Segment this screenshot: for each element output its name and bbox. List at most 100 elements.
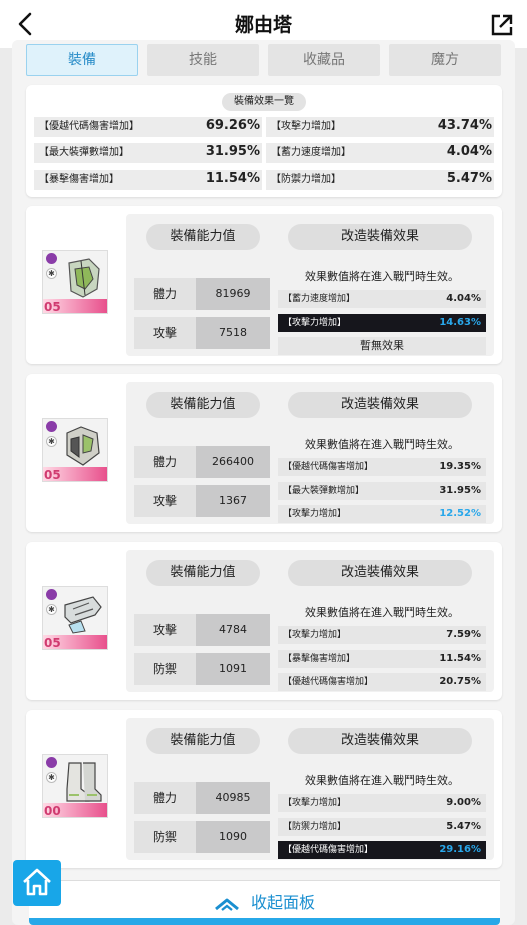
corporation-icon: ✱	[46, 604, 57, 615]
equipment-details: 裝備能力值 改造裝備效果 體力 40985 防禦 1090 效果數值將在進入戰鬥…	[126, 718, 494, 860]
equipment-card-leg[interactable]: ✱ 00 裝備能力值 改造裝備效果 體力 40985 防禦 1090 效果數值將…	[26, 710, 502, 868]
summary-row: 【最大裝彈數增加】 31.95%	[34, 143, 262, 163]
effect-label: 【暴擊傷害增加】	[283, 654, 356, 664]
equipment-level: 05	[44, 468, 61, 482]
stat-row: 體力 81969	[134, 278, 270, 310]
summary-value: 43.74%	[437, 118, 492, 133]
effect-label: 【優越代碼傷害增加】	[283, 845, 374, 855]
corporation-icon: ✱	[46, 436, 57, 447]
effect-value: 5.47%	[446, 821, 481, 832]
stat-label: 體力	[134, 278, 196, 310]
summary-value: 11.54%	[205, 171, 260, 186]
stat-row: 防禦 1090	[134, 821, 270, 853]
home-button[interactable]	[13, 860, 61, 906]
stat-label: 攻擊	[134, 485, 196, 517]
summary-row: 【攻擊力增加】 43.74%	[266, 117, 494, 137]
ability-values-button[interactable]: 裝備能力值	[146, 224, 260, 250]
external-link-icon[interactable]	[489, 12, 515, 38]
summary-value: 31.95%	[205, 144, 260, 159]
summary-value: 69.26%	[205, 118, 260, 133]
effect-row-highlighted: 【優越代碼傷害增加】 29.16%	[278, 841, 486, 859]
equipment-details: 裝備能力值 改造裝備效果 體力 266400 攻擊 1367 效果數值將在進入戰…	[126, 382, 494, 524]
rarity-gem-icon	[46, 589, 57, 600]
tab-cube[interactable]: 魔方	[389, 44, 501, 76]
stat-label: 防禦	[134, 653, 196, 685]
ability-values-button[interactable]: 裝備能力值	[146, 560, 260, 586]
ability-values-button[interactable]: 裝備能力值	[146, 392, 260, 418]
effect-label: 【攻擊力增加】	[283, 318, 347, 328]
stat-row: 攻擊 4784	[134, 614, 270, 646]
effect-label: 【最大裝彈數增加】	[283, 486, 365, 496]
page-title: 娜由塔	[234, 14, 292, 36]
summary-row: 【蓄力速度增加】 4.04%	[266, 143, 494, 163]
effect-label: 【優越代碼傷害增加】	[283, 462, 374, 472]
effect-note: 效果數值將在進入戰鬥時生效。	[305, 438, 459, 451]
stat-row: 體力 266400	[134, 446, 270, 478]
effect-value: 7.59%	[446, 629, 481, 640]
corporation-icon: ✱	[46, 772, 57, 783]
summary-row: 【防禦力增加】 5.47%	[266, 170, 494, 190]
rarity-gem-icon	[46, 253, 57, 264]
effect-label: 【攻擊力增加】	[283, 509, 347, 519]
home-icon	[23, 868, 51, 896]
summary-row: 【優越代碼傷害增加】 69.26%	[34, 117, 262, 137]
equipment-thumbnail[interactable]: ✱ 05	[42, 418, 108, 482]
modify-effects-button[interactable]: 改造裝備效果	[288, 728, 472, 754]
effect-value: 14.63%	[439, 317, 481, 328]
equipment-details: 裝備能力值 改造裝備效果 攻擊 4784 防禦 1091 效果數值將在進入戰鬥時…	[126, 550, 494, 692]
stat-value: 40985	[196, 782, 270, 814]
tab-collectibles[interactable]: 收藏品	[268, 44, 380, 76]
collapse-label-wrap: 收起面板	[29, 889, 500, 913]
modify-effects-button[interactable]: 改造裝備效果	[288, 392, 472, 418]
equipment-card-head[interactable]: ✱ 05 裝備能力值 改造裝備效果 體力 81969 攻擊 7518 效果數值將…	[26, 206, 502, 364]
ability-values-button[interactable]: 裝備能力值	[146, 728, 260, 754]
effect-value: 11.54%	[439, 653, 481, 664]
stat-row: 體力 40985	[134, 782, 270, 814]
character-panel[interactable]: 裝備 技能 收藏品 魔方 裝備效果一覽 【優越代碼傷害增加】 69.26% 【攻…	[12, 40, 515, 925]
effect-value: 4.04%	[446, 293, 481, 304]
stat-value: 1367	[196, 485, 270, 517]
stat-label: 攻擊	[134, 317, 196, 349]
stat-value: 1090	[196, 821, 270, 853]
tab-skills[interactable]: 技能	[147, 44, 259, 76]
effect-label: 【攻擊力增加】	[283, 630, 347, 640]
rarity-gem-icon	[46, 421, 57, 432]
collapse-panel-button[interactable]: 收起面板	[29, 880, 500, 920]
equipment-card-body[interactable]: ✱ 05 裝備能力值 改造裝備效果 體力 266400 攻擊 1367 效果數值…	[26, 374, 502, 532]
equipment-card-arm[interactable]: ✱ 05 裝備能力值 改造裝備效果 攻擊 4784 防禦 1091 效果數值將在…	[26, 542, 502, 700]
rarity-gem-icon	[46, 757, 57, 768]
effect-row-highlighted: 【攻擊力增加】 14.63%	[278, 314, 486, 332]
equipment-level: 05	[44, 300, 61, 314]
effect-label: 【優越代碼傷害增加】	[283, 677, 374, 687]
armor-icon	[66, 426, 100, 466]
effect-row: 【暴擊傷害增加】 11.54%	[278, 650, 486, 668]
stat-value: 1091	[196, 653, 270, 685]
stat-label: 體力	[134, 782, 196, 814]
chevron-up-icon	[214, 898, 239, 911]
tab-equipment[interactable]: 裝備	[26, 44, 138, 76]
stat-value: 4784	[196, 614, 270, 646]
modify-effects-button[interactable]: 改造裝備效果	[288, 560, 472, 586]
summary-title: 裝備效果一覽	[222, 93, 306, 111]
helmet-icon	[68, 258, 100, 298]
effect-value: 20.75%	[439, 676, 481, 687]
effect-label: 【蓄力速度增加】	[283, 294, 356, 304]
effect-value: 29.16%	[439, 844, 481, 855]
boots-icon	[66, 762, 102, 802]
equipment-thumbnail[interactable]: ✱ 00	[42, 754, 108, 818]
equipment-effects-summary: 裝備效果一覽 【優越代碼傷害增加】 69.26% 【攻擊力增加】 43.74% …	[26, 85, 502, 197]
collapse-label: 收起面板	[251, 893, 316, 912]
summary-row: 【暴擊傷害增加】 11.54%	[34, 170, 262, 190]
stat-value: 81969	[196, 278, 270, 310]
modify-effects-button[interactable]: 改造裝備效果	[288, 224, 472, 250]
effect-value: 12.52%	[439, 508, 481, 519]
equipment-thumbnail[interactable]: ✱ 05	[42, 586, 108, 650]
corporation-icon: ✱	[46, 268, 57, 279]
equipment-thumbnail[interactable]: ✱ 05	[42, 250, 108, 314]
effect-row: 【優越代碼傷害增加】 20.75%	[278, 673, 486, 691]
stat-value: 7518	[196, 317, 270, 349]
gauntlet-icon	[64, 596, 102, 634]
effect-empty: 暫無效果	[278, 337, 486, 355]
effect-label: 【防禦力增加】	[283, 822, 347, 832]
stat-label: 防禦	[134, 821, 196, 853]
